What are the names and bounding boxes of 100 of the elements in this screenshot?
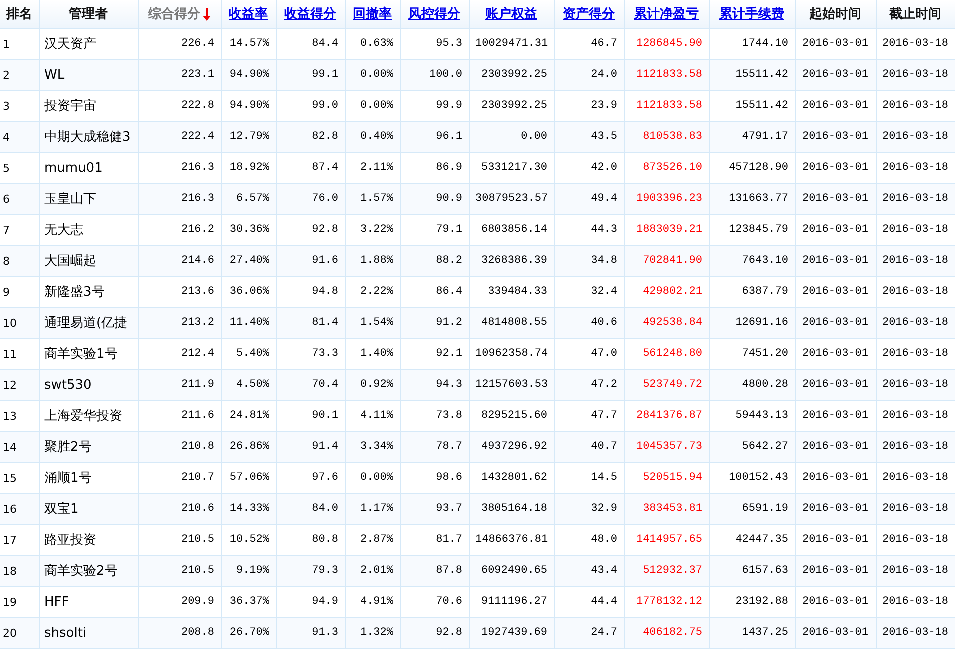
table-cell: 1121833.58 xyxy=(624,60,709,90)
table-cell: 40.7 xyxy=(554,432,624,462)
table-cell: 81.4 xyxy=(276,308,345,338)
table-cell: 99.1 xyxy=(276,60,345,90)
rank-cell: 8 xyxy=(0,246,39,276)
rank-cell: 16 xyxy=(0,494,39,524)
table-cell: 91.4 xyxy=(276,432,345,462)
table-cell: 6591.19 xyxy=(709,494,795,524)
table-cell: 90.9 xyxy=(400,184,469,214)
table-cell: 7643.10 xyxy=(709,246,795,276)
table-cell: 2016-03-01 xyxy=(795,556,876,586)
table-cell: 30879523.57 xyxy=(469,184,554,214)
table-cell: 2016-03-18 xyxy=(876,618,955,648)
table-cell: 2016-03-01 xyxy=(795,370,876,400)
table-cell: 3805164.18 xyxy=(469,494,554,524)
table-cell: 1.57% xyxy=(345,184,400,214)
table-cell: 12.79% xyxy=(221,122,276,152)
table-cell: 210.5 xyxy=(138,556,221,586)
column-header: 起始时间 xyxy=(795,0,876,28)
table-cell: 6.57% xyxy=(221,184,276,214)
table-cell: 91.3 xyxy=(276,618,345,648)
column-header: 管理者 xyxy=(39,0,138,28)
column-header: 排名 xyxy=(0,0,39,28)
table-cell: 810538.83 xyxy=(624,122,709,152)
table-cell: 32.9 xyxy=(554,494,624,524)
table-cell: 2016-03-18 xyxy=(876,184,955,214)
table-cell: 94.3 xyxy=(400,370,469,400)
table-cell: 2016-03-01 xyxy=(795,308,876,338)
table-cell: 15511.42 xyxy=(709,60,795,90)
table-cell: 2016-03-01 xyxy=(795,122,876,152)
table-cell: 24.7 xyxy=(554,618,624,648)
table-cell: 76.0 xyxy=(276,184,345,214)
table-cell: 88.2 xyxy=(400,246,469,276)
table-cell: 94.90% xyxy=(221,60,276,90)
rank-cell: 18 xyxy=(0,556,39,586)
table-cell: 2016-03-18 xyxy=(876,246,955,276)
table-cell: 2016-03-01 xyxy=(795,246,876,276)
table-cell: 2016-03-18 xyxy=(876,556,955,586)
table-cell: 1.32% xyxy=(345,618,400,648)
table-cell: 34.8 xyxy=(554,246,624,276)
table-cell: 492538.84 xyxy=(624,308,709,338)
table-cell: 512932.37 xyxy=(624,556,709,586)
table-cell: 1045357.73 xyxy=(624,432,709,462)
table-cell: 1927439.69 xyxy=(469,618,554,648)
table-cell: 6092490.65 xyxy=(469,556,554,586)
table-cell: 223.1 xyxy=(138,60,221,90)
manager-name: WL xyxy=(39,60,138,90)
table-cell: 1437.25 xyxy=(709,618,795,648)
table-cell: 43.4 xyxy=(554,556,624,586)
table-cell: 2016-03-18 xyxy=(876,308,955,338)
table-cell: 2303992.25 xyxy=(469,60,554,90)
manager-name: 通理易道(亿捷 xyxy=(39,308,138,338)
manager-name: 双宝1 xyxy=(39,494,138,524)
table-cell: 2016-03-18 xyxy=(876,370,955,400)
table-cell: 47.2 xyxy=(554,370,624,400)
rank-cell: 20 xyxy=(0,618,39,648)
table-cell: 93.7 xyxy=(400,494,469,524)
table-cell: 6157.63 xyxy=(709,556,795,586)
table-cell: 84.0 xyxy=(276,494,345,524)
table-cell: 2016-03-01 xyxy=(795,184,876,214)
table-cell: 2016-03-18 xyxy=(876,494,955,524)
table-cell: 43.5 xyxy=(554,122,624,152)
rank-cell: 4 xyxy=(0,122,39,152)
table-cell: 4814808.55 xyxy=(469,308,554,338)
column-header: 截止时间 xyxy=(876,0,955,28)
table-cell: 87.8 xyxy=(400,556,469,586)
table-cell: 14.33% xyxy=(221,494,276,524)
manager-name: 聚胜2号 xyxy=(39,432,138,462)
table-cell: 96.1 xyxy=(400,122,469,152)
table-cell: 78.7 xyxy=(400,432,469,462)
table-cell: 11.40% xyxy=(221,308,276,338)
table-cell: 0.92% xyxy=(345,370,400,400)
table-cell: 210.8 xyxy=(138,432,221,462)
table-cell: 4.50% xyxy=(221,370,276,400)
manager-name: shsolti xyxy=(39,618,138,648)
table-cell: 79.3 xyxy=(276,556,345,586)
rank-cell: 14 xyxy=(0,432,39,462)
rank-cell: 12 xyxy=(0,370,39,400)
rank-cell: 2 xyxy=(0,60,39,90)
sort-down-icon xyxy=(202,8,210,20)
table-cell: 9.19% xyxy=(221,556,276,586)
table-cell: 70.4 xyxy=(276,370,345,400)
table-cell: 406182.75 xyxy=(624,618,709,648)
table-cell: 210.6 xyxy=(138,494,221,524)
manager-name: 玉皇山下 xyxy=(39,184,138,214)
table-cell: 2016-03-01 xyxy=(795,432,876,462)
table-cell: 3.34% xyxy=(345,432,400,462)
table-cell: 213.2 xyxy=(138,308,221,338)
table-cell: 40.6 xyxy=(554,308,624,338)
table-cell: 383453.81 xyxy=(624,494,709,524)
table-cell: 27.40% xyxy=(221,246,276,276)
table-cell: 2016-03-01 xyxy=(795,60,876,90)
table-cell: 702841.90 xyxy=(624,246,709,276)
table-cell: 4937296.92 xyxy=(469,432,554,462)
table-cell: 211.9 xyxy=(138,370,221,400)
table-cell: 1.17% xyxy=(345,494,400,524)
table-cell: 92.8 xyxy=(400,618,469,648)
manager-name: 商羊实验2号 xyxy=(39,556,138,586)
table-cell: 4800.28 xyxy=(709,370,795,400)
table-cell: 208.8 xyxy=(138,618,221,648)
